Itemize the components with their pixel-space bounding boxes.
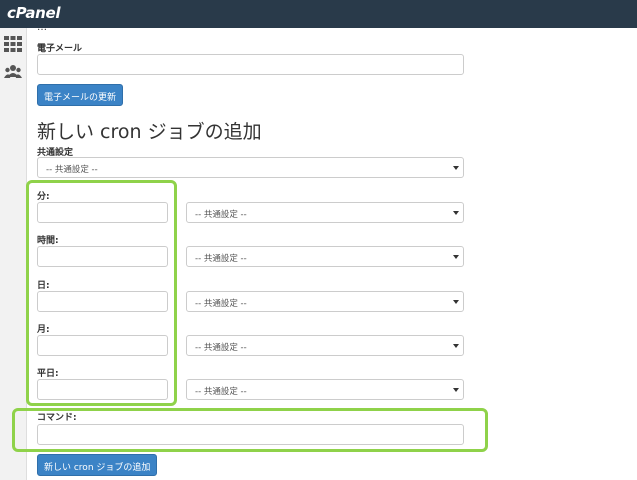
chevron-down-icon: [453, 300, 459, 304]
hour-label: 時間:: [37, 236, 59, 246]
command-input[interactable]: [37, 424, 464, 445]
chevron-down-icon: [453, 344, 459, 348]
day-input[interactable]: [37, 291, 168, 312]
chevron-down-icon: [453, 211, 459, 215]
sidebar: [0, 28, 27, 480]
hour-input[interactable]: [37, 246, 168, 267]
month-label: 月:: [37, 325, 50, 335]
add-cron-job-button[interactable]: 新しい cron ジョブの追加: [37, 454, 158, 476]
day-select-value: -- 共通設定 --: [195, 299, 247, 309]
update-email-button[interactable]: 電子メールの更新: [37, 84, 124, 106]
weekday-label: 平日:: [37, 369, 59, 379]
minute-label: 分:: [37, 192, 50, 202]
truncated-label: …: [37, 22, 47, 33]
users-icon[interactable]: [4, 63, 22, 81]
email-label: 電子メール: [37, 44, 83, 54]
grid-icon[interactable]: [4, 35, 22, 53]
weekday-select-value: -- 共通設定 --: [195, 387, 247, 397]
day-select[interactable]: -- 共通設定 --: [186, 291, 464, 312]
command-label: コマンド:: [37, 413, 77, 423]
minute-select-value: -- 共通設定 --: [195, 210, 247, 220]
top-navbar: cPanel: [0, 0, 637, 28]
month-select[interactable]: -- 共通設定 --: [186, 335, 464, 356]
chevron-down-icon: [453, 166, 459, 170]
day-label: 日:: [37, 281, 50, 291]
common-settings-select[interactable]: -- 共通設定 --: [37, 157, 464, 178]
month-select-value: -- 共通設定 --: [195, 343, 247, 353]
main-content: … 電子メール 電子メールの更新 新しい cron ジョブの追加 共通設定 --…: [27, 22, 637, 480]
add-cron-heading: 新しい cron ジョブの追加: [37, 121, 262, 143]
cpanel-logo[interactable]: cPanel: [7, 4, 61, 22]
common-settings-value: -- 共通設定 --: [46, 165, 98, 175]
month-input[interactable]: [37, 335, 168, 356]
weekday-select[interactable]: -- 共通設定 --: [186, 379, 464, 400]
email-field[interactable]: [37, 54, 464, 75]
minute-input[interactable]: [37, 202, 168, 223]
minute-select[interactable]: -- 共通設定 --: [186, 202, 464, 223]
chevron-down-icon: [453, 255, 459, 259]
chevron-down-icon: [453, 388, 459, 392]
hour-select[interactable]: -- 共通設定 --: [186, 246, 464, 267]
hour-select-value: -- 共通設定 --: [195, 254, 247, 264]
weekday-input[interactable]: [37, 379, 168, 400]
